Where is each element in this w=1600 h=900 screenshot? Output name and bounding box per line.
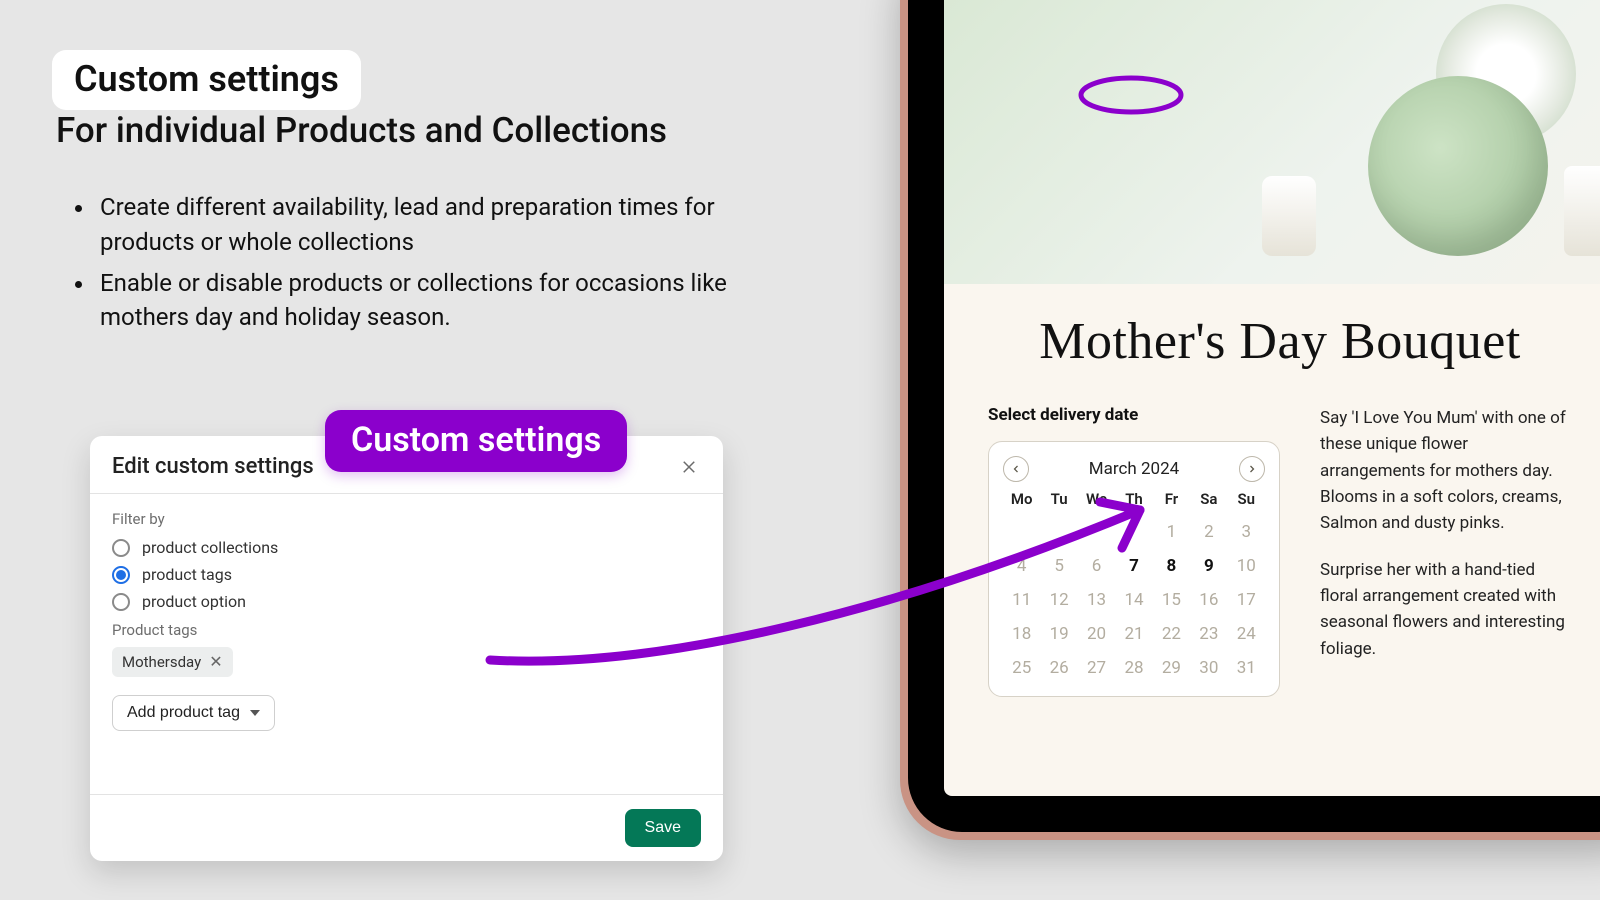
calendar-day [1040,522,1077,542]
calendar-day[interactable]: 2 [1190,522,1227,542]
radio-label: product tags [142,565,232,584]
calendar-day[interactable]: 15 [1153,590,1190,610]
calendar-dow: Su [1228,490,1265,508]
tag-chip-label: Mothersday [122,653,201,671]
close-icon [680,458,698,476]
bullet-item: Enable or disable products or collection… [96,266,736,336]
calendar-day[interactable]: 6 [1078,556,1115,576]
calendar-day[interactable]: 26 [1040,658,1077,678]
calendar-day[interactable]: 5 [1040,556,1077,576]
calendar-day [1115,522,1152,542]
next-month-button[interactable] [1239,456,1265,482]
calendar-dow: Mo [1003,490,1040,508]
calendar-day[interactable]: 21 [1115,624,1152,644]
calendar-day[interactable]: 31 [1228,658,1265,678]
calendar-day[interactable]: 4 [1003,556,1040,576]
calendar-day[interactable]: 18 [1003,624,1040,644]
calendar-day[interactable]: 16 [1190,590,1227,610]
add-product-tag-button[interactable]: Add product tag [112,695,275,731]
edit-custom-settings-modal: Edit custom settings Filter by product c… [90,436,723,861]
calendar-day[interactable]: 22 [1153,624,1190,644]
calendar-dow: Th [1115,490,1152,508]
calendar-day[interactable]: 8 [1153,556,1190,576]
calendar-day [1003,522,1040,542]
radio-icon [112,566,130,584]
prev-month-button[interactable] [1003,456,1029,482]
date-highlight-annotation [1076,74,1186,116]
radio-label: product option [142,592,246,611]
calendar-day[interactable]: 9 [1190,556,1227,576]
calendar-dow: Fr [1153,490,1190,508]
tag-chip[interactable]: Mothersday ✕ [112,647,233,677]
tablet-device: Mother's Day Bouquet Select delivery dat… [900,0,1600,840]
product-title: Mother's Day Bouquet [944,284,1600,375]
radio-product-tags[interactable]: product tags [112,565,701,584]
title-badge: Custom settings [52,50,361,110]
calendar-month-label: March 2024 [1089,459,1179,479]
chevron-down-icon [250,710,260,716]
radio-product-option[interactable]: product option [112,592,701,611]
product-image [944,0,1600,284]
radio-icon [112,593,130,611]
calendar-day[interactable]: 19 [1040,624,1077,644]
calendar-day[interactable]: 7 [1115,556,1152,576]
product-description: Say 'I Love You Mum' with one of these u… [1320,405,1572,697]
filter-by-label: Filter by [112,510,701,528]
calendar-day[interactable]: 27 [1078,658,1115,678]
arrow-right-icon [1246,463,1258,475]
calendar-dow: We [1078,490,1115,508]
calendar-day[interactable]: 25 [1003,658,1040,678]
bullet-item: Create different availability, lead and … [96,190,736,260]
radio-product-collections[interactable]: product collections [112,538,701,557]
radio-label: product collections [142,538,278,557]
calendar-day[interactable]: 10 [1228,556,1265,576]
custom-settings-chip: Custom settings [325,410,627,472]
calendar-day[interactable]: 30 [1190,658,1227,678]
calendar-dow: Tu [1040,490,1077,508]
radio-icon [112,539,130,557]
date-picker[interactable]: March 2024 MoTuWeThFrSaSu123456789101112… [988,441,1280,697]
add-tag-label: Add product tag [127,704,240,722]
modal-title: Edit custom settings [112,454,314,479]
save-button[interactable]: Save [625,809,701,847]
calendar-day[interactable]: 13 [1078,590,1115,610]
arrow-left-icon [1010,463,1022,475]
calendar-day[interactable]: 23 [1190,624,1227,644]
calendar-dow: Sa [1190,490,1227,508]
calendar-day [1078,522,1115,542]
calendar-day[interactable]: 14 [1115,590,1152,610]
calendar-day[interactable]: 1 [1153,522,1190,542]
subtitle: For individual Products and Collections [56,110,667,151]
calendar-day[interactable]: 3 [1228,522,1265,542]
close-button[interactable] [677,455,701,479]
select-date-label: Select delivery date [988,405,1280,425]
calendar-day[interactable]: 20 [1078,624,1115,644]
calendar-day[interactable]: 28 [1115,658,1152,678]
calendar-day[interactable]: 11 [1003,590,1040,610]
product-tags-label: Product tags [112,621,701,639]
calendar-day[interactable]: 24 [1228,624,1265,644]
remove-tag-icon[interactable]: ✕ [209,654,222,670]
calendar-day[interactable]: 29 [1153,658,1190,678]
calendar-day[interactable]: 12 [1040,590,1077,610]
feature-bullets: Create different availability, lead and … [96,190,736,341]
calendar-day[interactable]: 17 [1228,590,1265,610]
